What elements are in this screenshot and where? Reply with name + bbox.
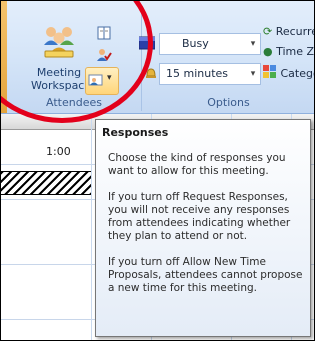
tooltip-body: Choose the kind of responses you want to… — [108, 152, 304, 308]
chevron-down-icon: ▾ — [250, 39, 256, 49]
chevron-down-icon: ▾ — [107, 73, 112, 83]
responses-tooltip: Responses Choose the kind of responses y… — [95, 119, 311, 337]
tooltip-title: Responses — [102, 126, 169, 139]
categorize-icon — [263, 65, 281, 80]
categorize-label: Catego — [280, 67, 315, 80]
ribbon: Meeting Workspace ▾ Attendees Busy ▾ 15 … — [1, 1, 314, 114]
show-as-value: Busy — [182, 37, 209, 50]
recurrence-label: Recurre — [275, 25, 315, 38]
ribbon-tab-edge — [1, 1, 7, 113]
busy-time-block[interactable] — [1, 171, 91, 195]
time-slot-label: 1:00 — [46, 145, 71, 158]
tooltip-paragraph: If you turn off Allow New Time Proposals… — [108, 256, 303, 294]
show-as-icon — [138, 35, 156, 51]
responses-icon — [88, 72, 104, 88]
options-group-label: Options — [207, 96, 250, 109]
tooltip-paragraph: If you turn off Request Responses, you w… — [108, 191, 291, 242]
globe-icon: ● — [263, 45, 273, 58]
reminder-value: 15 minutes — [166, 67, 229, 80]
recurrence-icon: ⟳ — [263, 25, 273, 38]
time-zones-label: Time Z — [276, 45, 315, 58]
categorize-button[interactable]: Catego — [263, 65, 315, 80]
reminder-dropdown[interactable]: 15 minutes ▾ — [159, 63, 261, 85]
chevron-down-icon: ▾ — [250, 69, 256, 79]
meeting-workspace-label[interactable]: Meeting Workspace — [31, 66, 91, 92]
reminder-bell-icon — [143, 65, 159, 81]
meeting-workspace-icon[interactable] — [41, 23, 77, 59]
screenshot-frame: Meeting Workspace ▾ Attendees Busy ▾ 15 … — [0, 0, 315, 341]
responses-button[interactable]: ▾ — [85, 67, 119, 95]
check-names-icon[interactable] — [96, 47, 112, 63]
time-zones-button[interactable]: ● Time Z — [263, 45, 314, 58]
attendees-group-label: Attendees — [46, 96, 102, 109]
group-separator — [141, 7, 142, 111]
address-book-icon[interactable] — [96, 25, 112, 41]
show-as-dropdown[interactable]: Busy ▾ — [159, 33, 261, 55]
recurrence-button[interactable]: ⟳ Recurre — [263, 25, 315, 38]
calendar-column-line — [91, 114, 92, 340]
tooltip-paragraph: Choose the kind of responses you want to… — [108, 152, 286, 177]
